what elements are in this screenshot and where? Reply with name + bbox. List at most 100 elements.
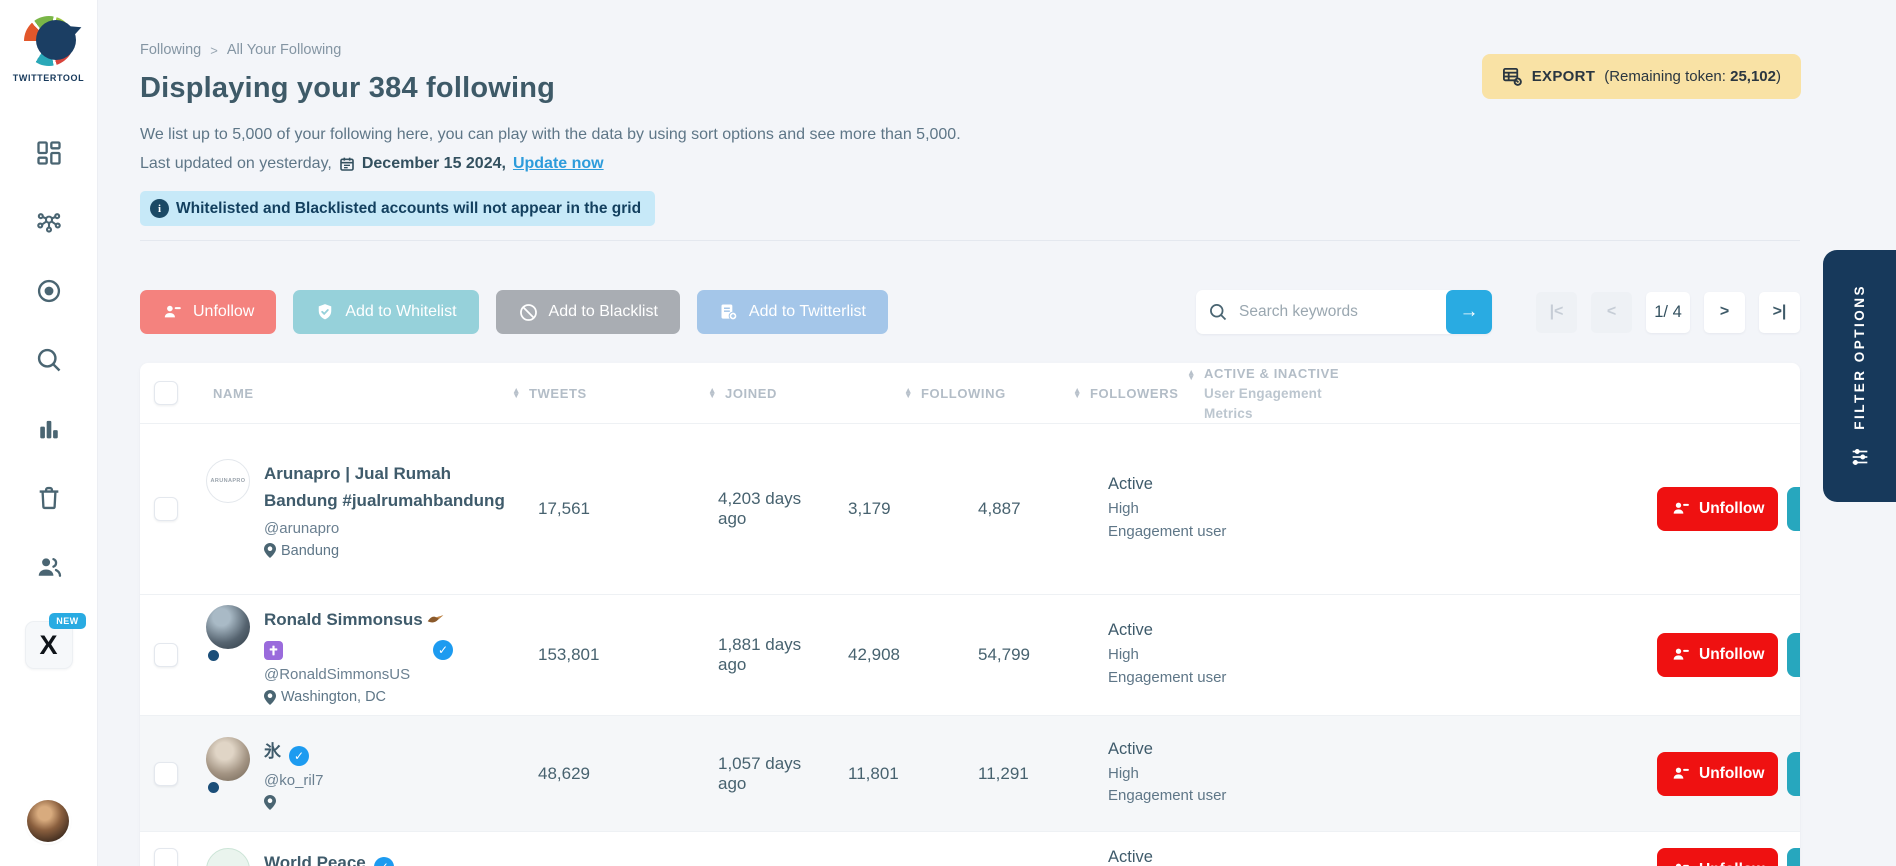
sidebar-item-dashboard[interactable] <box>31 138 67 168</box>
page-title: Displaying your 384 following <box>140 72 555 105</box>
status-active-label: Active <box>1108 740 1153 759</box>
sidebar-item-x-twitter[interactable]: X NEW <box>25 621 73 669</box>
last-page-button[interactable]: >| <box>1759 292 1800 333</box>
breadcrumb-all-your-following[interactable]: All Your Following <box>227 42 341 58</box>
first-page-button[interactable]: |< <box>1536 292 1577 333</box>
status-active-label: Active <box>1108 475 1153 494</box>
row-checkbox[interactable] <box>154 762 178 786</box>
whitelist-button[interactable] <box>1787 848 1800 866</box>
table-row: WORLD World Peace✓ Active Unfollow <box>140 832 1800 866</box>
user-handle[interactable]: @arunapro <box>264 520 520 537</box>
cell-joined: 1,881 days ago <box>700 635 830 675</box>
prev-page-button[interactable]: < <box>1591 292 1632 333</box>
sort-arrows-icon[interactable]: ▲▼ <box>708 388 717 399</box>
table-row: 氷✓ @ko_ril7 48,629 1,057 days ago 11,801… <box>140 716 1800 832</box>
whitelist-button[interactable] <box>1787 633 1800 677</box>
user-name[interactable]: Arunapro | Jual Rumah Bandung #jualrumah… <box>264 464 505 509</box>
add-to-blacklist-button[interactable]: Add to Blacklist <box>496 290 680 334</box>
notice-banner: i Whitelisted and Blacklisted accounts w… <box>140 191 655 226</box>
update-now-link[interactable]: Update now <box>513 155 604 173</box>
whitelist-button[interactable] <box>1787 752 1800 796</box>
cell-followers: 54,799 <box>960 645 1090 665</box>
avatar[interactable] <box>206 737 250 781</box>
bulk-unfollow-button[interactable]: Unfollow <box>140 290 276 334</box>
user-handle[interactable]: @RonaldSimmonsUS <box>264 666 453 683</box>
sidebar-item-analytics[interactable] <box>31 414 67 444</box>
search-icon <box>1208 302 1228 322</box>
sidebar-item-network[interactable] <box>31 207 67 237</box>
verified-badge-icon: ✓ <box>374 857 394 866</box>
select-all-checkbox[interactable] <box>154 381 178 405</box>
user-name[interactable]: World Peace <box>264 853 366 866</box>
filter-options-tab[interactable]: FILTER OPTIONS <box>1823 250 1896 502</box>
export-button[interactable]: EXPORT (Remaining token: 25,102) <box>1482 54 1801 99</box>
unfollow-button[interactable]: Unfollow <box>1657 752 1778 796</box>
sidebar-item-target[interactable] <box>31 276 67 306</box>
user-cell: Ronald Simmonsus ✓ @RonaldSimmonsUS Wash… <box>196 605 520 705</box>
avatar[interactable]: ARUNAPRO <box>206 459 250 503</box>
add-to-blacklist-label: Add to Blacklist <box>549 303 658 321</box>
cell-engagement-metrics: Active High Engagement user <box>1090 621 1517 689</box>
sidebar-item-search[interactable] <box>31 345 67 375</box>
person-minus-icon <box>1671 645 1691 665</box>
status-active-label: Active <box>1108 621 1153 640</box>
verified-badge-icon: ✓ <box>289 746 309 766</box>
sort-arrows-icon[interactable]: ▲▼ <box>1073 388 1082 399</box>
row-checkbox[interactable] <box>154 848 178 866</box>
app-logo-text: TWITTERTOOL <box>0 73 97 83</box>
unfollow-button[interactable]: Unfollow <box>1657 848 1778 866</box>
breadcrumb-following[interactable]: Following <box>140 42 201 58</box>
next-page-button[interactable]: > <box>1704 292 1745 333</box>
column-header-metrics[interactable]: ACTIVE & INACTIVE User Engagement Metric… <box>1204 366 1339 421</box>
user-cell: 氷 ✓ @ko_ril7 <box>196 737 520 810</box>
user-location: Bandung <box>281 543 339 559</box>
cell-following: 11,801 <box>830 764 960 784</box>
user-name[interactable]: 氷 <box>264 742 281 761</box>
sidebar: TWITTERTOOL X <box>0 0 98 866</box>
users-icon <box>35 553 63 581</box>
row-actions: Unfollow <box>1517 752 1800 796</box>
cell-engagement-metrics: Active High Engagement user <box>1090 740 1517 808</box>
last-updated-text: Last updated on yesterday, <box>140 155 332 173</box>
dashboard-icon <box>35 139 63 167</box>
sidebar-item-trash[interactable] <box>31 483 67 513</box>
user-handle[interactable]: @ko_ril7 <box>264 772 323 789</box>
search-submit-button[interactable]: → <box>1446 290 1492 334</box>
whitelist-button[interactable] <box>1787 487 1800 531</box>
cell-tweets: 153,801 <box>520 645 700 665</box>
list-plus-icon <box>719 302 739 322</box>
column-header-followers[interactable]: FOLLOWERS <box>1090 386 1178 401</box>
filter-sliders-icon <box>1849 446 1871 468</box>
unfollow-label: Unfollow <box>1699 765 1764 783</box>
unfollow-label: Unfollow <box>1699 861 1764 866</box>
row-checkbox[interactable] <box>154 497 178 521</box>
column-header-joined[interactable]: JOINED <box>725 386 777 401</box>
table-row: ARUNAPRO Arunapro | Jual Rumah Bandung #… <box>140 424 1800 595</box>
avatar[interactable]: WORLD <box>206 848 250 866</box>
shield-check-icon <box>1799 645 1800 666</box>
person-minus-icon <box>162 302 183 323</box>
sidebar-item-users[interactable] <box>31 552 67 582</box>
cell-joined: 1,057 days ago <box>700 754 830 794</box>
online-dot-indicator <box>208 650 219 661</box>
search-input[interactable] <box>1237 302 1446 322</box>
shield-check-icon <box>1799 860 1800 866</box>
unfollow-button[interactable]: Unfollow <box>1657 487 1778 531</box>
sort-arrows-icon[interactable]: ▲▼ <box>512 388 521 399</box>
add-to-whitelist-button[interactable]: Add to Whitelist <box>293 290 478 334</box>
column-header-tweets[interactable]: TWEETS <box>529 386 587 401</box>
user-name[interactable]: Ronald Simmonsus <box>264 610 423 629</box>
column-header-following[interactable]: FOLLOWING <box>921 386 1006 401</box>
notice-text: Whitelisted and Blacklisted accounts wil… <box>176 200 641 218</box>
column-header-name[interactable]: NAME <box>213 386 254 401</box>
row-checkbox[interactable] <box>154 643 178 667</box>
sort-arrows-icon[interactable]: ▲▼ <box>1187 370 1196 381</box>
bird-logo-icon <box>24 16 74 66</box>
add-to-twitterlist-button[interactable]: Add to Twitterlist <box>697 290 888 334</box>
avatar[interactable] <box>206 605 250 649</box>
calendar-icon <box>339 156 355 172</box>
unfollow-button[interactable]: Unfollow <box>1657 633 1778 677</box>
location-pin-icon <box>264 543 276 558</box>
sort-arrows-icon[interactable]: ▲▼ <box>904 388 913 399</box>
profile-avatar[interactable] <box>27 800 69 842</box>
